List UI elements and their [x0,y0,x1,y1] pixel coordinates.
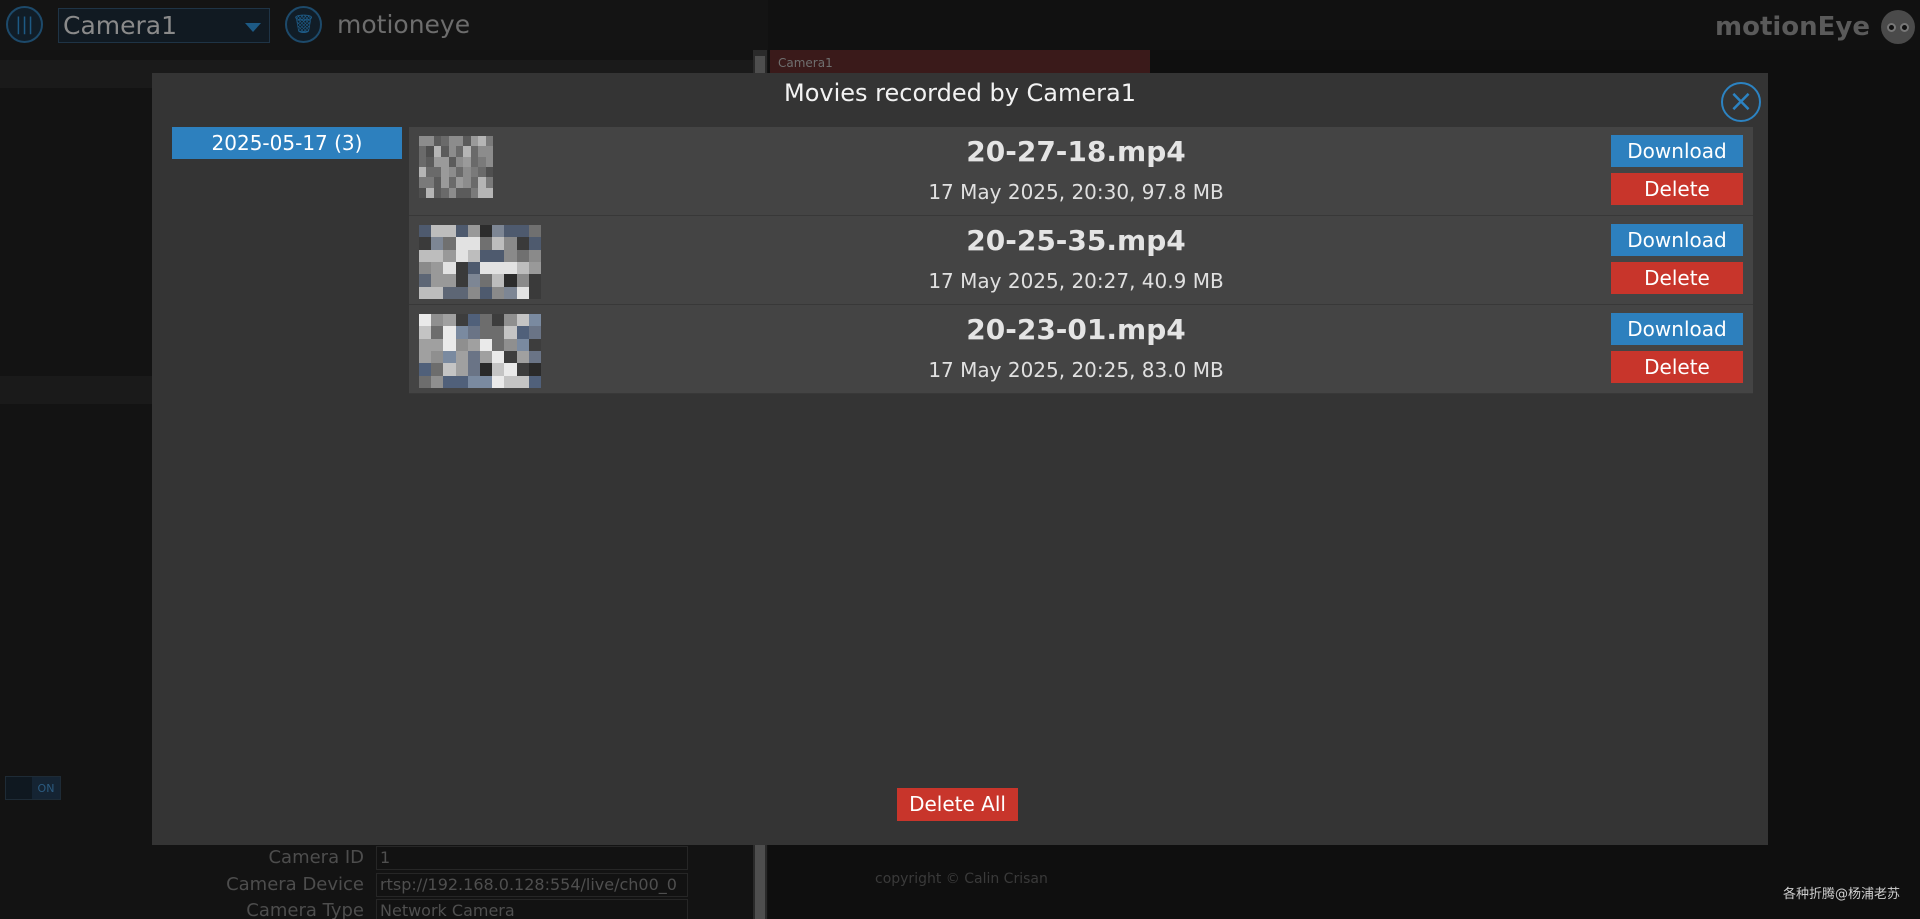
device-toggle[interactable]: ON [5,776,61,800]
app-name: motioneye [337,10,471,39]
camera-frame-name: Camera1 [778,56,833,70]
owl-logo-icon [1881,10,1915,44]
movie-filename: 20-25-35.mp4 [966,224,1186,257]
download-button[interactable]: Download [1611,224,1743,256]
camera-select-value: Camera1 [63,11,178,40]
dialog-title: Movies recorded by Camera1 [784,79,1136,107]
camera-type-field[interactable]: Network Camera [376,899,688,919]
delete-button[interactable]: Delete [1611,262,1743,294]
movie-thumbnail[interactable] [419,136,493,198]
movie-filename: 20-27-18.mp4 [966,135,1186,168]
brand-title: motionEye [1714,12,1870,42]
movie-row[interactable]: 20-27-18.mp4 17 May 2025, 20:30, 97.8 MB… [409,127,1753,216]
camera-frame-header: Camera1 [770,50,1150,75]
watermark-text: 各种折腾@杨浦老苏 [1782,887,1900,902]
top-bar: ||| Camera1 🗑 motioneye motionEye [0,0,1920,50]
movie-row[interactable]: 20-23-01.mp4 17 May 2025, 20:25, 83.0 MB… [409,305,1753,394]
camera-select[interactable]: Camera1 [58,8,270,43]
download-button[interactable]: Download [1611,135,1743,167]
download-button[interactable]: Download [1611,313,1743,345]
trash-icon: 🗑 [292,14,315,35]
menu-icon: ||| [15,14,34,35]
movie-details: 17 May 2025, 20:27, 40.9 MB [928,269,1224,293]
camera-device-field[interactable]: rtsp://192.168.0.128:554/live/ch00_0 [376,873,688,897]
movie-row[interactable]: 20-25-35.mp4 17 May 2025, 20:27, 40.9 MB… [409,216,1753,305]
toggle-on-label: ON [32,777,60,799]
camera-type-label: Camera Type [246,900,364,919]
camera-id-label: Camera ID [268,847,364,868]
delete-button[interactable]: Delete [1611,173,1743,205]
close-icon: × [1728,84,1754,119]
copyright-text: copyright © Calin Crisan [875,871,1048,887]
movie-list: 20-27-18.mp4 17 May 2025, 20:30, 97.8 MB… [409,127,1753,394]
movie-thumbnail[interactable] [419,314,541,388]
date-group-item[interactable]: 2025-05-17 (3) [172,127,402,159]
menu-button[interactable]: ||| [6,6,43,43]
camera-device-label: Camera Device [226,874,364,895]
movie-filename: 20-23-01.mp4 [966,313,1186,346]
movie-details: 17 May 2025, 20:30, 97.8 MB [928,180,1224,204]
remove-camera-button[interactable]: 🗑 [285,6,322,43]
chevron-down-icon [245,23,261,32]
delete-button[interactable]: Delete [1611,351,1743,383]
settings-header: ||| Camera1 🗑 motioneye [0,0,768,50]
movie-thumbnail[interactable] [419,225,541,299]
delete-all-button[interactable]: Delete All [897,788,1018,821]
close-button[interactable]: × [1721,82,1761,122]
movies-dialog: Movies recorded by Camera1 × 2025-05-17 … [152,73,1768,845]
movie-details: 17 May 2025, 20:25, 83.0 MB [928,358,1224,382]
camera-id-field[interactable]: 1 [376,846,688,870]
